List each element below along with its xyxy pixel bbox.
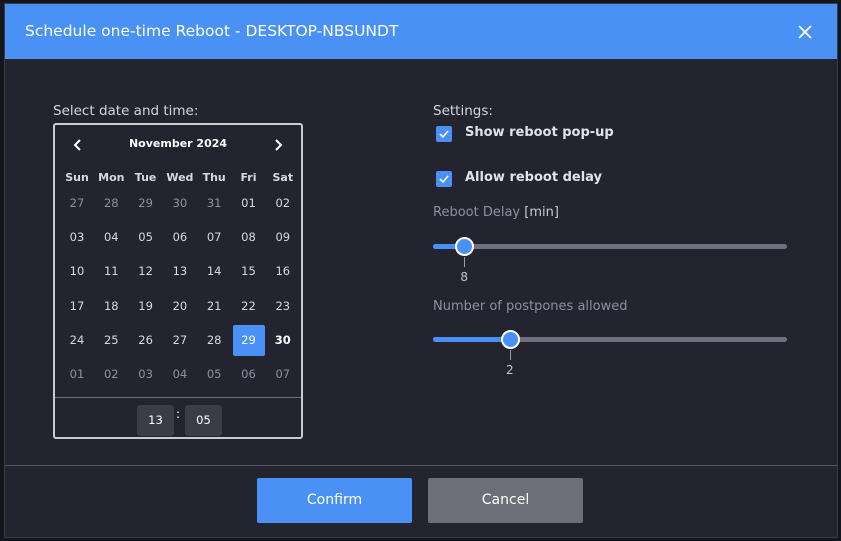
reboot-delay-text: Reboot Delay	[433, 205, 521, 220]
calendar-day[interactable]: 01	[61, 359, 93, 390]
calendar-day[interactable]: 22	[233, 291, 265, 322]
calendar-day[interactable]: 03	[130, 359, 162, 390]
calendar-day[interactable]: 05	[198, 359, 230, 390]
show-popup-checkbox[interactable]	[436, 126, 452, 142]
postpones-tick	[509, 350, 511, 360]
time-separator: :	[176, 407, 181, 421]
calendar-day[interactable]: 05	[130, 222, 162, 253]
cancel-button[interactable]: Cancel	[428, 478, 583, 523]
calendar-day[interactable]: 03	[61, 222, 93, 253]
calendar-day[interactable]: 02	[267, 188, 299, 219]
calendar-day[interactable]: 09	[267, 222, 299, 253]
calendar-day[interactable]: 04	[95, 222, 127, 253]
minute-input[interactable]: 05	[185, 405, 222, 436]
settings-label: Settings:	[433, 103, 493, 119]
calendar-month-label: November 2024	[128, 137, 228, 150]
calendar-day[interactable]: 10	[61, 256, 93, 287]
calendar-day[interactable]: 07	[267, 359, 299, 390]
calendar-day[interactable]: 11	[95, 256, 127, 287]
calendar-day[interactable]: 24	[61, 325, 93, 356]
close-icon[interactable]	[791, 18, 819, 46]
calendar-day[interactable]: 29	[130, 188, 162, 219]
calendar-day[interactable]: 07	[198, 222, 230, 253]
reboot-delay-tick	[464, 257, 466, 267]
date-time-label: Select date and time:	[53, 103, 199, 119]
calendar-day[interactable]: 21	[198, 291, 230, 322]
postpones-slider[interactable]	[433, 330, 787, 349]
calendar-day[interactable]: 04	[164, 359, 196, 390]
postpones-fill	[433, 337, 510, 342]
calendar-day[interactable]: 30	[267, 325, 299, 356]
calendar-day[interactable]: 27	[164, 325, 196, 356]
dialog-titlebar: Schedule one-time Reboot - DESKTOP-NBSUN…	[5, 4, 837, 59]
calendar-day[interactable]: 12	[130, 256, 162, 287]
calendar-day[interactable]: 17	[61, 291, 93, 322]
calendar-day[interactable]: 13	[164, 256, 196, 287]
calendar-day[interactable]: 06	[233, 359, 265, 390]
allow-delay-label: Allow reboot delay	[465, 170, 603, 185]
calendar-day[interactable]: 06	[164, 222, 196, 253]
calendar-day[interactable]: 18	[95, 291, 127, 322]
date-picker: November 2024 Sun Mon Tue Wed Thu Fri Sat 27 28 2…	[53, 123, 303, 439]
hour-input[interactable]: 13	[137, 405, 174, 436]
allow-delay-checkbox[interactable]	[436, 171, 452, 187]
postpones-value: 2	[505, 363, 514, 377]
calendar-day[interactable]: 30	[164, 188, 196, 219]
calendar-day[interactable]: 19	[130, 291, 162, 322]
calendar-day-selected[interactable]: 29	[232, 324, 265, 356]
calendar-day[interactable]: 27	[61, 188, 93, 219]
calendar-day[interactable]: 14	[198, 256, 230, 287]
calendar-day[interactable]: 31	[198, 188, 230, 219]
chevron-right-icon[interactable]	[269, 136, 287, 154]
show-popup-label: Show reboot pop-up	[465, 125, 614, 140]
calendar-day[interactable]: 28	[198, 325, 230, 356]
reboot-delay-label: Reboot Delay [min]	[433, 205, 559, 220]
reboot-delay-slider[interactable]	[433, 237, 787, 256]
calendar-day[interactable]: 01	[233, 188, 265, 219]
reboot-delay-value: 8	[460, 270, 468, 284]
calendar-divider	[55, 397, 301, 398]
confirm-button[interactable]: Confirm	[257, 478, 412, 523]
reboot-delay-handle[interactable]	[455, 237, 475, 256]
calendar-day[interactable]: 15	[233, 256, 265, 287]
postpones-handle[interactable]	[500, 330, 520, 349]
calendar-day[interactable]: 02	[95, 359, 127, 390]
calendar-day[interactable]: 08	[233, 222, 265, 253]
reboot-dialog: Schedule one-time Reboot - DESKTOP-NBSUN…	[4, 3, 838, 538]
calendar-day[interactable]: 16	[267, 256, 299, 287]
calendar-day[interactable]: 20	[164, 291, 196, 322]
footer-divider	[5, 465, 837, 466]
dialog-title: Schedule one-time Reboot - DESKTOP-NBSUN…	[25, 22, 399, 40]
calendar-day[interactable]: 28	[95, 188, 127, 219]
calendar-day[interactable]: 25	[95, 325, 127, 356]
calendar-day[interactable]: 26	[130, 325, 162, 356]
postpones-label: Number of postpones allowed	[433, 299, 628, 314]
calendar-day[interactable]: 23	[267, 291, 299, 322]
reboot-delay-unit: [min]	[524, 205, 559, 220]
